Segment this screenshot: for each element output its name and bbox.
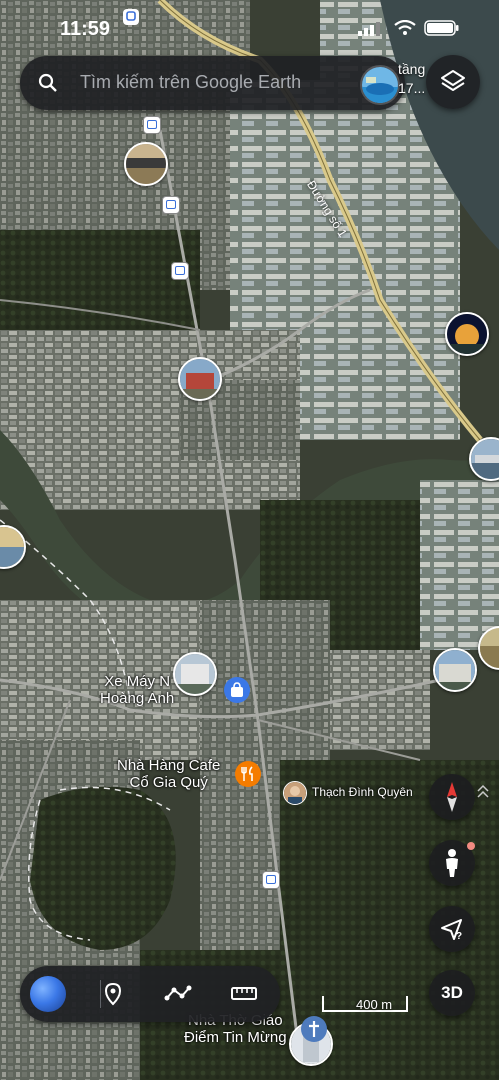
compass-button[interactable]: [429, 774, 475, 820]
search-icon: [36, 71, 60, 95]
path-icon: [158, 985, 198, 1018]
photo-marker[interactable]: [173, 652, 217, 696]
church-icon[interactable]: [301, 1016, 327, 1042]
battery-icon: [424, 20, 460, 41]
bus-stop-icon[interactable]: [171, 262, 189, 280]
place-label-2-line-2: Cổ Gia Quý: [129, 774, 208, 791]
globe-icon[interactable]: [30, 976, 66, 1012]
place-label-3[interactable]: Thạch Đình Quyên: [312, 785, 413, 799]
tilt-icon[interactable]: [476, 783, 490, 810]
place-label-1[interactable]: Xe Máy N Hoàng Anh: [100, 673, 174, 707]
transit-icon: [122, 8, 140, 31]
voyager-thumbnail[interactable]: [360, 65, 400, 105]
peek-line-2: 17...: [398, 80, 426, 96]
add-place-button[interactable]: [93, 974, 133, 1014]
street-view-button[interactable]: [429, 840, 475, 886]
scale-label: 400 m: [356, 997, 393, 1012]
search-bar[interactable]: Tìm kiếm trên Google Earth: [20, 56, 405, 110]
bus-stop-icon[interactable]: [262, 871, 280, 889]
3d-toggle-button[interactable]: 3D: [429, 970, 475, 1016]
bottom-toolbar: [20, 966, 280, 1022]
place-label-3-line-1: Thạch Đình Quyên: [312, 785, 413, 799]
photo-marker[interactable]: [124, 142, 168, 186]
place-label-2[interactable]: Nhà Hàng Cafe Cổ Gia Quý: [117, 757, 220, 791]
draw-path-button[interactable]: [158, 974, 198, 1014]
svg-text:?: ?: [456, 931, 462, 942]
status-bar: 11:59: [0, 0, 499, 56]
search-input[interactable]: Tìm kiếm trên Google Earth: [80, 72, 301, 93]
photo-marker[interactable]: [445, 312, 489, 356]
bus-stop-icon[interactable]: [162, 196, 180, 214]
photo-marker[interactable]: [433, 648, 477, 692]
photo-marker[interactable]: [178, 357, 222, 401]
ruler-icon: [224, 987, 264, 1018]
peek-label: tầng 17...: [398, 60, 425, 98]
wifi-icon: [394, 19, 416, 41]
satellite-map[interactable]: [0, 0, 499, 1080]
measure-button[interactable]: [224, 974, 264, 1014]
my-location-button[interactable]: ?: [429, 906, 475, 952]
place-label-1-line-2: Hoàng Anh: [100, 690, 175, 707]
restaurant-icon[interactable]: [235, 761, 261, 787]
place-label-4-line-2: Điểm Tin Mừng: [184, 1029, 287, 1046]
signal-icon: [358, 22, 382, 41]
place-label-2-line-1: Nhà Hàng Cafe: [117, 757, 221, 774]
notification-dot: [467, 842, 475, 850]
peek-line-1: tầng: [398, 61, 426, 77]
layers-icon: [426, 70, 480, 113]
layers-button[interactable]: [426, 55, 480, 109]
place-icon: [93, 982, 133, 1018]
bus-stop-icon[interactable]: [143, 116, 161, 134]
place-label-1-line-1: Xe Máy N: [104, 673, 171, 690]
shopping-bag-icon[interactable]: [224, 677, 250, 703]
avatar[interactable]: [283, 781, 307, 805]
status-time: 11:59: [60, 18, 111, 40]
